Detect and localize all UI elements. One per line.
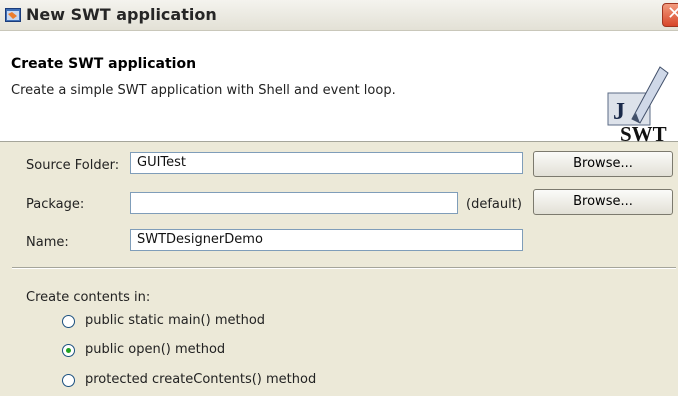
close-icon: ✕	[667, 3, 678, 24]
radio-selected-dot	[66, 348, 71, 353]
separator	[12, 267, 676, 269]
radio-label-main: public static main() method	[85, 313, 266, 328]
radio-label-create-contents: protected createContents() method	[85, 372, 317, 387]
source-folder-label: Source Folder:	[26, 158, 120, 173]
swt-logo-text: SWT	[620, 122, 667, 143]
app-icon	[5, 8, 21, 22]
create-contents-label: Create contents in:	[26, 290, 151, 305]
name-label: Name:	[26, 235, 69, 250]
package-default-label: (default)	[466, 197, 522, 212]
window-title: New SWT application	[26, 5, 217, 24]
package-field[interactable]	[130, 192, 458, 214]
source-folder-field[interactable]: GUITest	[130, 152, 523, 174]
header-title: Create SWT application	[11, 56, 197, 72]
title-bar[interactable]: New SWT application ✕	[0, 0, 678, 31]
name-field[interactable]: SWTDesignerDemo	[130, 229, 523, 251]
radio-button[interactable]	[62, 374, 75, 387]
radio-label-open: public open() method	[85, 342, 226, 357]
browse-package-button[interactable]: Browse...	[533, 189, 673, 215]
header-description: Create a simple SWT application with She…	[11, 83, 396, 98]
swt-logo: J SWT	[607, 66, 669, 143]
wizard-header: Create SWT application Create a simple S…	[0, 31, 678, 143]
radio-button[interactable]	[62, 315, 75, 328]
radio-button-selected[interactable]	[62, 344, 75, 357]
close-button[interactable]: ✕	[662, 3, 678, 27]
browse-source-folder-button[interactable]: Browse...	[533, 151, 673, 177]
package-label: Package:	[26, 197, 85, 212]
